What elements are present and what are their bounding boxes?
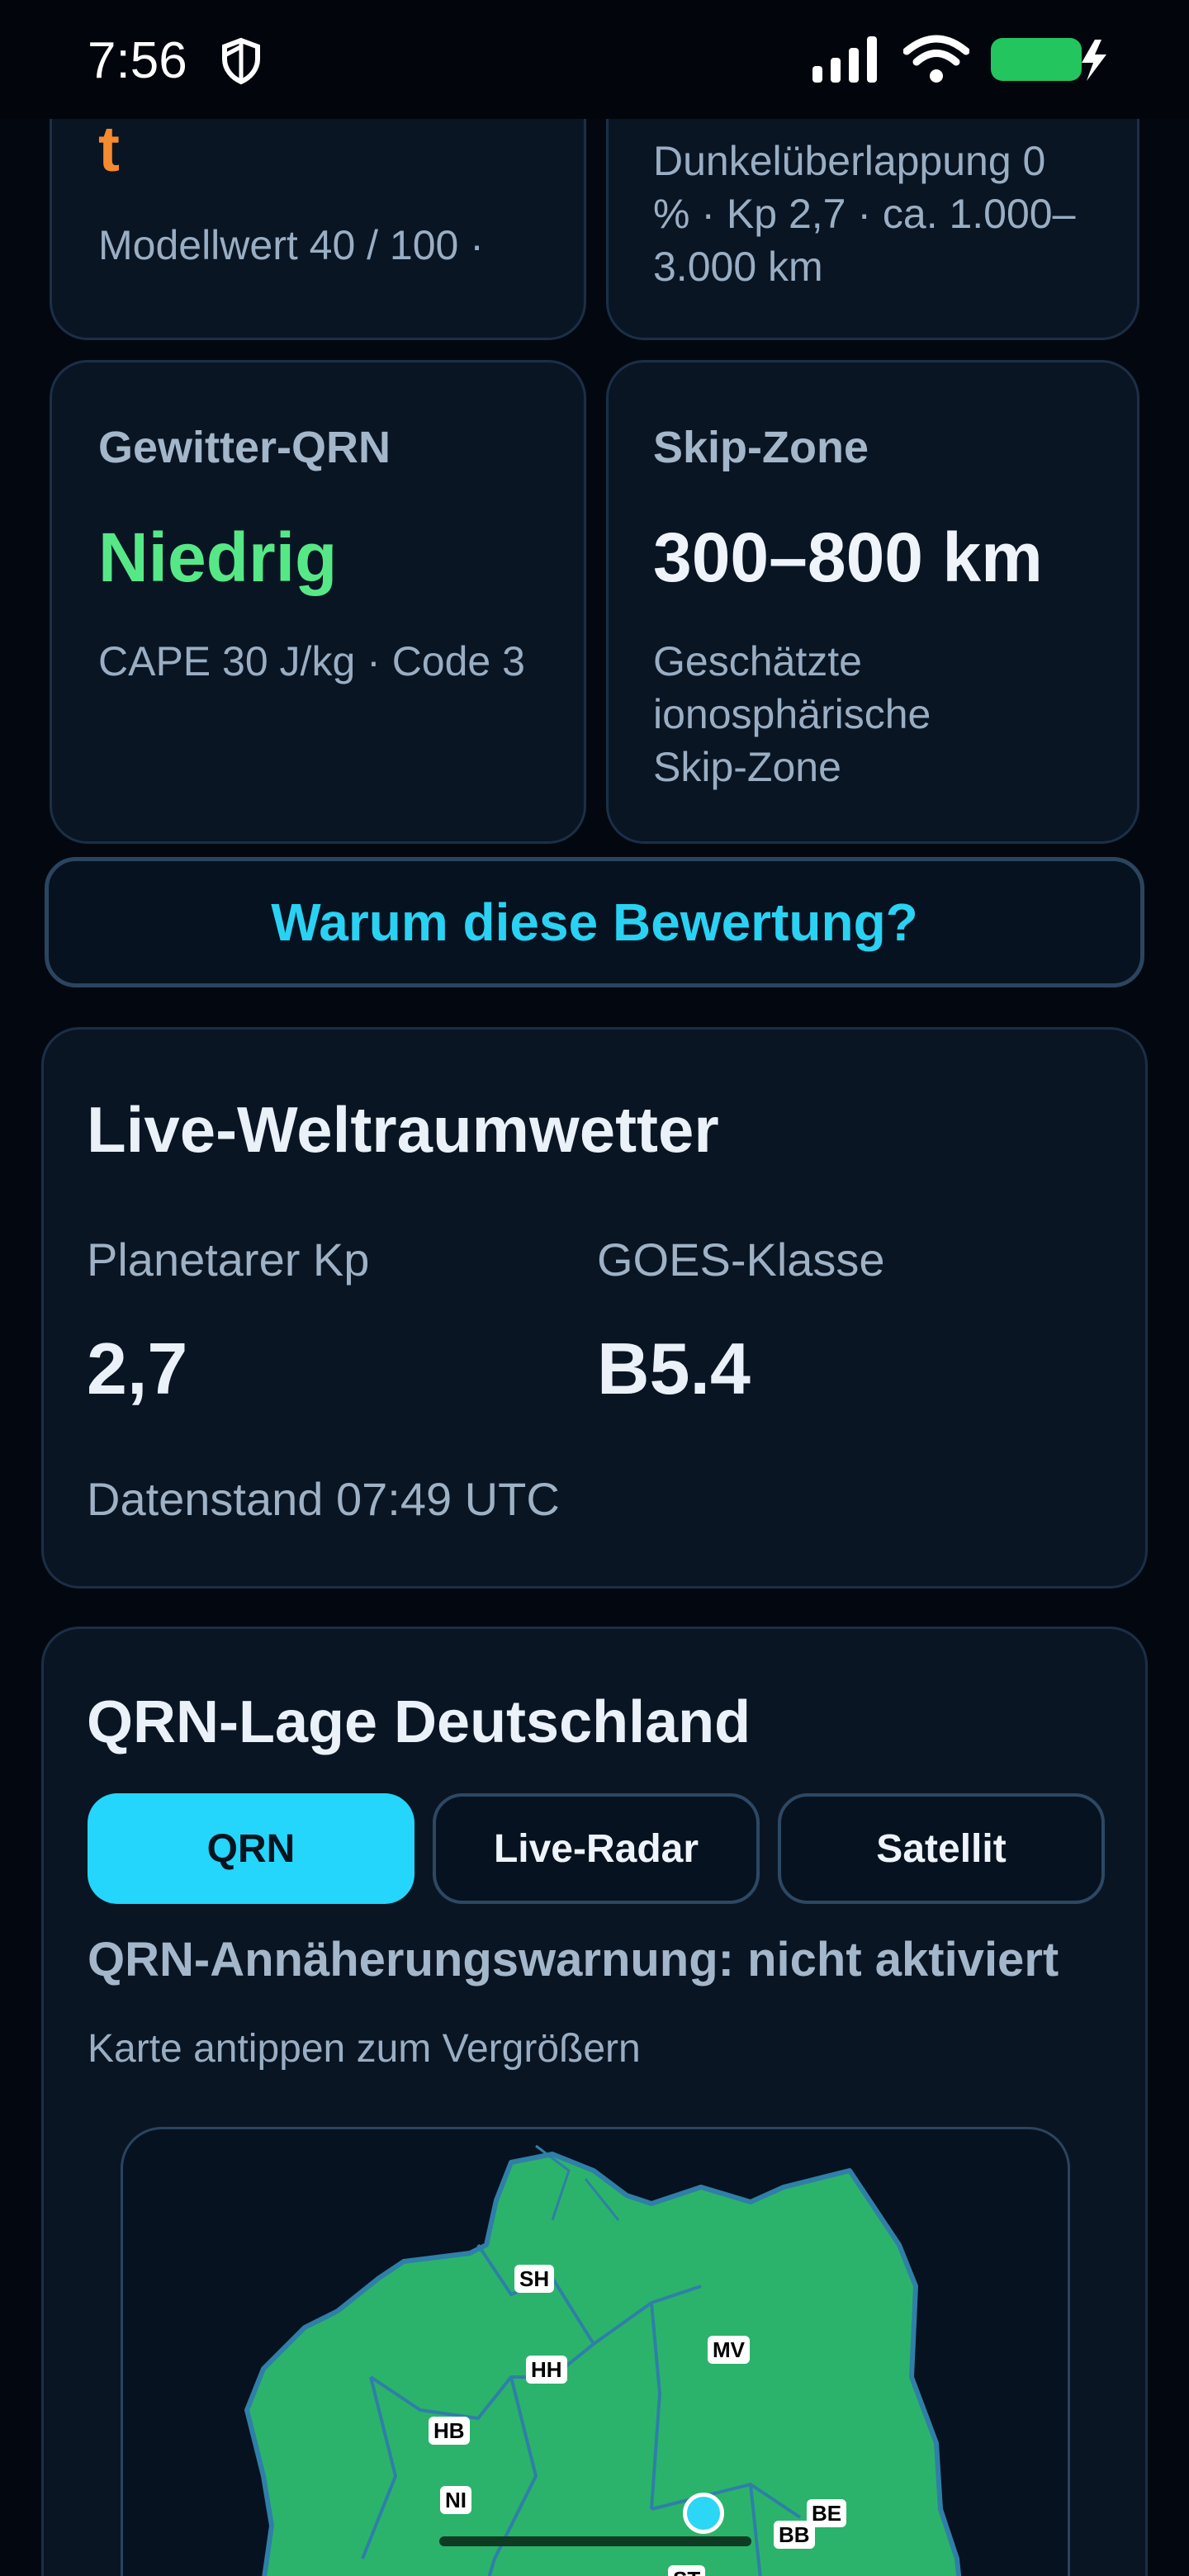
goes-value: B5.4 [597,1328,751,1409]
state-label-hb: HB [429,2417,470,2445]
tile-sub: CAPE 30 J/kg · Code 3 [98,638,525,684]
state-label-st: ST [668,2565,706,2576]
state-label-bb: BB [774,2521,815,2549]
section-title: QRN-Lage Deutschland [87,1689,751,1755]
tab-live-radar[interactable]: Live-Radar [433,1793,760,1904]
why-rating-button[interactable]: Warum diese Bewertung? [45,857,1144,987]
tile-sub: Geschätzte ionosphärische Skip-Zone [653,638,931,790]
data-timestamp: Datenstand 07:49 UTC [87,1473,560,1525]
tile-skip-zone: Skip-Zone 300–800 km Geschätzte ionosphä… [606,360,1139,844]
tile-value: t [98,112,120,185]
tile-sub: Dunkelüberlappung 0 % · Kp 2,7 · ca. 1.0… [653,138,1076,290]
status-time: 7:56 [88,32,187,89]
tile-label: Gewitter-QRN [98,423,391,472]
home-indicator[interactable] [439,2536,751,2546]
kp-label: Planetarer Kp [87,1234,370,1286]
signal-icon [812,36,877,83]
tile-thunderstorm-qrn: Gewitter-QRN Niedrig CAPE 30 J/kg · Code… [50,360,586,844]
state-label-ni: NI [440,2486,471,2514]
battery-charging-icon [991,38,1106,81]
status-bar: 7:56 [0,0,1189,119]
state-label-mv: MV [708,2336,750,2364]
tile-sub: Modellwert 40 / 100 · [98,222,484,268]
space-weather-card: Live-Weltraumwetter Planetarer Kp 2,7 GO… [41,1027,1148,1589]
state-label-hh: HH [526,2356,567,2384]
tile-value: Niedrig [98,519,338,596]
tile-label: Skip-Zone [653,423,869,472]
map-hint: Karte antippen zum Vergrößern [88,2027,641,2071]
germany-map [244,2144,962,2576]
tile-value: 300–800 km [653,519,1043,596]
section-title: Live-Weltraumwetter [87,1093,719,1166]
shield-icon [222,37,260,85]
kp-value: 2,7 [87,1328,188,1409]
qrn-map[interactable]: SH HH MV HB NI BE BB ST [121,2127,1070,2576]
tab-satellite[interactable]: Satellit [778,1793,1105,1904]
state-label-sh: SH [514,2265,555,2293]
wifi-icon [903,35,969,83]
goes-label: GOES-Klasse [597,1234,885,1286]
location-marker-icon [683,2493,724,2534]
qrn-warning: QRN-Annäherungswarnung: nicht aktiviert [88,1933,1059,1986]
tab-qrn[interactable]: QRN [88,1793,414,1904]
